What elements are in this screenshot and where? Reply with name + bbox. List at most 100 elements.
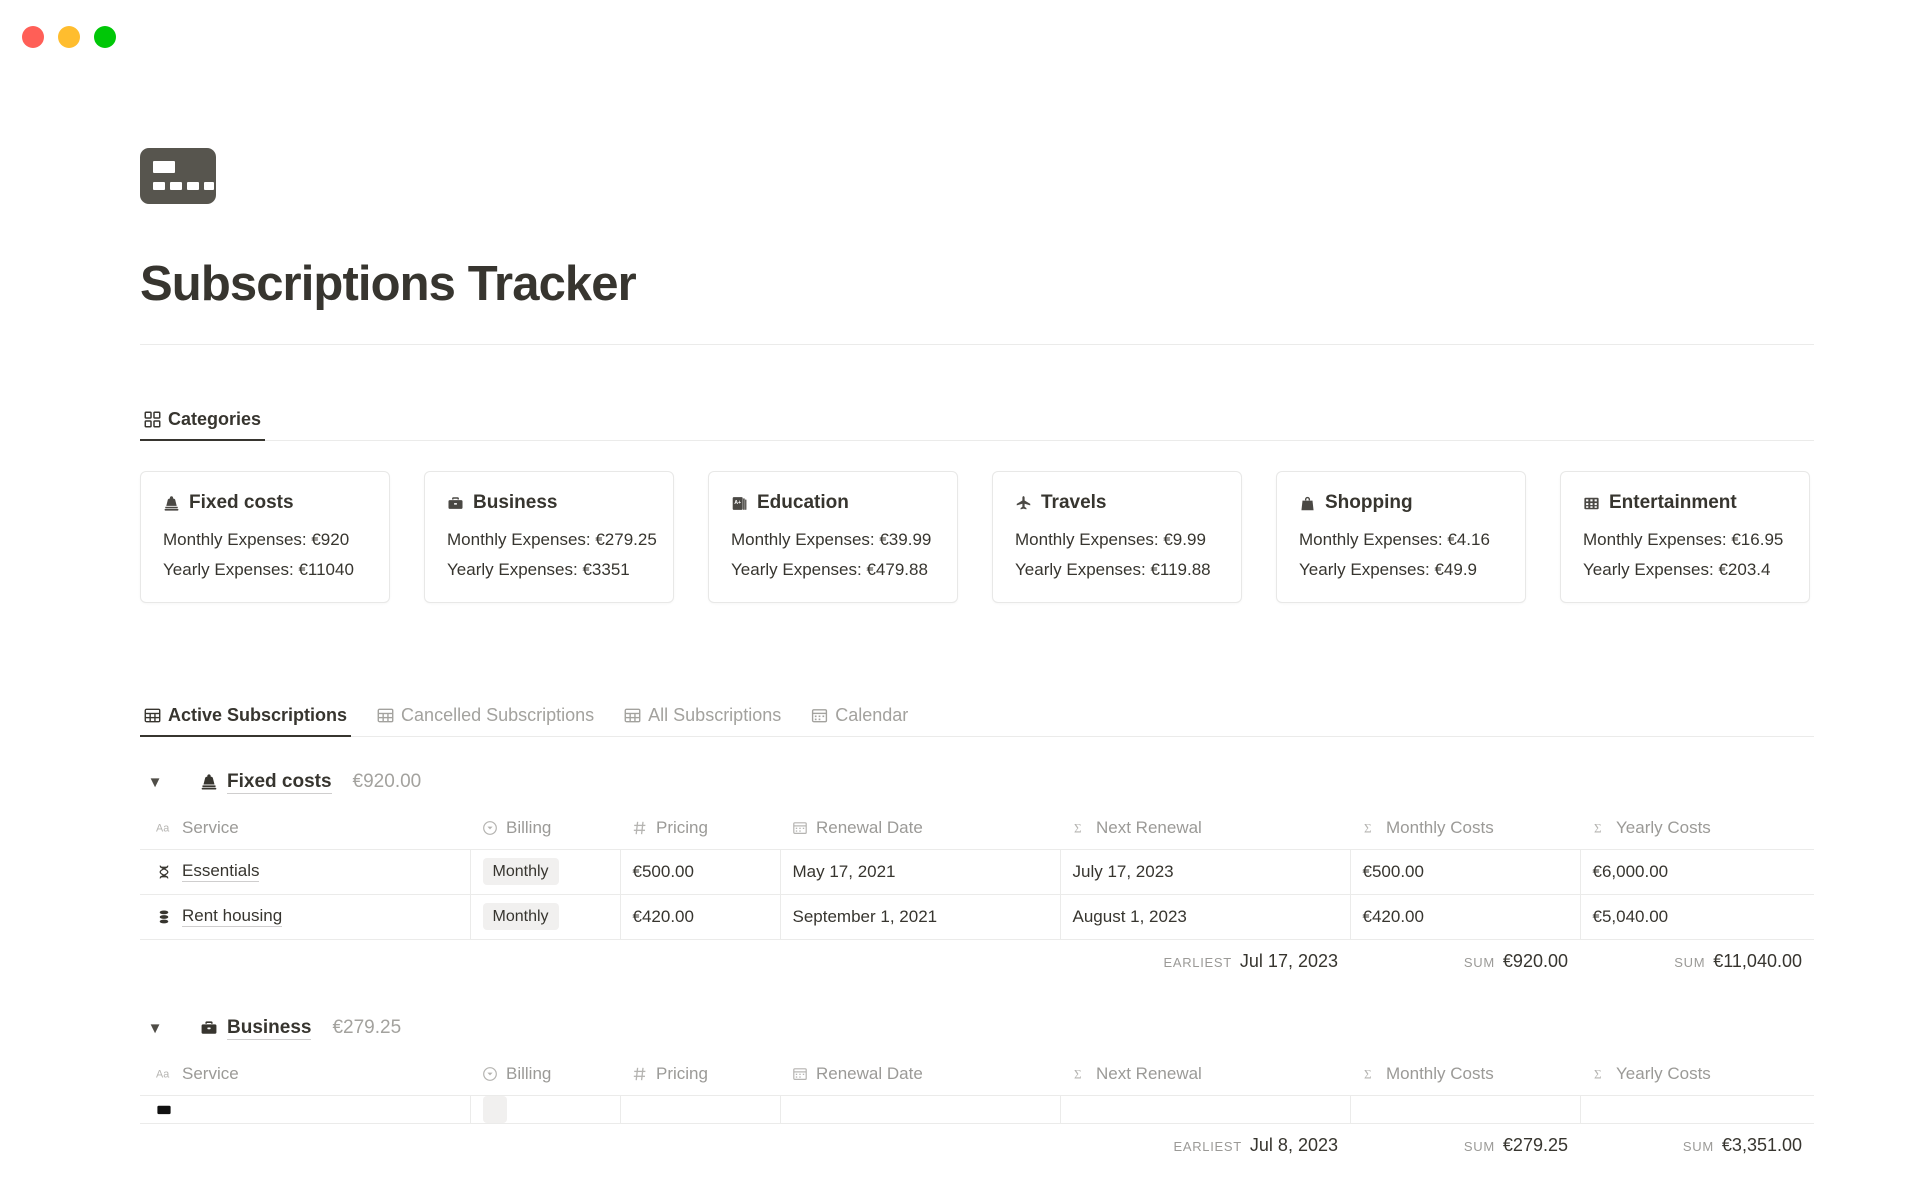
svg-text:Aa: Aa bbox=[156, 822, 169, 834]
formula-sigma-icon: Σ bbox=[1592, 820, 1608, 836]
category-name: Shopping bbox=[1325, 492, 1413, 513]
column-header-next-renewal[interactable]: Σ Next Renewal bbox=[1060, 807, 1350, 850]
group-collapse-toggle[interactable]: ▼ bbox=[144, 1020, 166, 1037]
summary-value: €11,040.00 bbox=[1713, 950, 1802, 971]
summary-value: €3,351.00 bbox=[1721, 1135, 1802, 1156]
subscriptions-table: Aa Service Billing Pricing Renewal Date … bbox=[140, 807, 1814, 983]
tab-label: Cancelled Subscriptions bbox=[401, 705, 595, 725]
service-name[interactable]: Rent housing bbox=[182, 906, 283, 927]
table-row[interactable]: Rent housing Monthly €420.00 September 1… bbox=[140, 894, 1814, 940]
window-titlebar bbox=[0, 0, 1920, 74]
column-label: Next Renewal bbox=[1096, 1063, 1202, 1083]
column-header-service[interactable]: Aa Service bbox=[140, 1053, 470, 1096]
column-header-monthly-costs[interactable]: Σ Monthly Costs bbox=[1350, 1053, 1580, 1096]
column-label: Service bbox=[182, 817, 239, 837]
tab-cancelled-subscriptions[interactable]: Cancelled Subscriptions bbox=[373, 705, 598, 736]
summary-next-renewal[interactable]: EARLIEST Jul 8, 2023 bbox=[1060, 1124, 1350, 1168]
cell-billing[interactable]: Monthly bbox=[470, 894, 621, 940]
svg-text:Aa: Aa bbox=[156, 1068, 169, 1080]
weight-scale-icon bbox=[163, 495, 180, 512]
table-row-partial[interactable] bbox=[140, 1095, 1814, 1125]
column-header-monthly-costs[interactable]: Σ Monthly Costs bbox=[1350, 807, 1580, 850]
svg-text:Σ: Σ bbox=[1594, 820, 1602, 835]
category-name: Education bbox=[757, 492, 849, 513]
category-card-entertainment[interactable]: Entertainment Monthly Expenses: €16.95 Y… bbox=[1560, 471, 1810, 603]
group-collapse-toggle[interactable]: ▼ bbox=[144, 774, 166, 791]
column-label: Service bbox=[182, 1063, 239, 1083]
cell-service[interactable]: Rent housing bbox=[140, 894, 471, 940]
svg-text:A+: A+ bbox=[734, 499, 741, 505]
summary-value: €920.00 bbox=[1502, 950, 1568, 971]
cell-yearly-costs: €5,040.00 bbox=[1580, 894, 1814, 940]
group-name[interactable]: Business bbox=[227, 1017, 312, 1040]
cell-service[interactable]: Essentials bbox=[140, 849, 471, 895]
tab-calendar[interactable]: Calendar bbox=[807, 705, 912, 736]
column-header-service[interactable]: Aa Service bbox=[140, 807, 470, 850]
column-header-billing[interactable]: Billing bbox=[470, 807, 620, 850]
credit-card-icon[interactable] bbox=[140, 148, 216, 204]
column-header-billing[interactable]: Billing bbox=[470, 1053, 620, 1096]
category-card-shopping[interactable]: Shopping Monthly Expenses: €4.16 Yearly … bbox=[1276, 471, 1526, 603]
maximize-window-button[interactable] bbox=[94, 26, 116, 48]
summary-monthly-costs[interactable]: SUM €920.00 bbox=[1350, 939, 1580, 983]
book-a-plus-icon: A+ bbox=[731, 495, 748, 512]
shopping-bag-icon bbox=[1299, 495, 1316, 512]
summary-label: EARLIEST bbox=[1173, 1139, 1242, 1155]
service-name[interactable]: Essentials bbox=[182, 861, 260, 882]
formula-sigma-icon: Σ bbox=[1362, 820, 1378, 836]
column-header-pricing[interactable]: Pricing bbox=[620, 1053, 780, 1096]
category-card-title: Shopping bbox=[1299, 492, 1503, 514]
minimize-window-button[interactable] bbox=[58, 26, 80, 48]
column-label: Next Renewal bbox=[1096, 817, 1202, 837]
close-window-button[interactable] bbox=[22, 26, 44, 48]
column-header-next-renewal[interactable]: Σ Next Renewal bbox=[1060, 1053, 1350, 1096]
summary-next-renewal[interactable]: EARLIEST Jul 17, 2023 bbox=[1060, 939, 1350, 983]
tab-active-subscriptions[interactable]: Active Subscriptions bbox=[140, 705, 352, 737]
summary-monthly-costs[interactable]: SUM €279.25 bbox=[1350, 1124, 1580, 1168]
column-header-renewal-date[interactable]: Renewal Date bbox=[780, 807, 1060, 850]
column-header-yearly-costs[interactable]: Σ Yearly Costs bbox=[1580, 1053, 1814, 1096]
formula-sigma-icon: Σ bbox=[1072, 1066, 1088, 1082]
select-circle-icon bbox=[482, 820, 498, 836]
film-strip-icon bbox=[1583, 495, 1600, 512]
svg-text:Σ: Σ bbox=[1074, 820, 1082, 835]
table-icon bbox=[144, 707, 161, 724]
cell-pricing[interactable]: €420.00 bbox=[620, 894, 781, 940]
cell-yearly-costs: €6,000.00 bbox=[1580, 849, 1814, 895]
tab-all-subscriptions[interactable]: All Subscriptions bbox=[620, 705, 785, 736]
categories-view-tabbar: Categories bbox=[140, 397, 1814, 441]
weight-scale-icon bbox=[200, 773, 218, 791]
table-row[interactable]: Essentials Monthly €500.00 May 17, 2021 … bbox=[140, 849, 1814, 895]
cell-pricing[interactable]: €500.00 bbox=[620, 849, 781, 895]
cell-renewal-date[interactable]: September 1, 2021 bbox=[780, 894, 1061, 940]
summary-yearly-costs[interactable]: SUM €3,351.00 bbox=[1580, 1124, 1814, 1168]
column-header-yearly-costs[interactable]: Σ Yearly Costs bbox=[1580, 807, 1814, 850]
summary-yearly-costs[interactable]: SUM €11,040.00 bbox=[1580, 939, 1814, 983]
column-header-renewal-date[interactable]: Renewal Date bbox=[780, 1053, 1060, 1096]
calendar-icon bbox=[811, 707, 828, 724]
column-label: Monthly Costs bbox=[1386, 817, 1494, 837]
category-name: Business bbox=[473, 492, 558, 513]
column-header-pricing[interactable]: Pricing bbox=[620, 807, 780, 850]
page-title[interactable]: Subscriptions Tracker bbox=[140, 256, 1810, 312]
table-header-row: Aa Service Billing Pricing Renewal Date … bbox=[140, 807, 1814, 850]
cell-renewal-date[interactable]: May 17, 2021 bbox=[780, 849, 1061, 895]
table-header-row: Aa Service Billing Pricing Renewal Date … bbox=[140, 1053, 1814, 1096]
category-card-education[interactable]: A+ Education Monthly Expenses: €39.99 Ye… bbox=[708, 471, 958, 603]
title-divider bbox=[140, 344, 1814, 345]
category-name: Fixed costs bbox=[189, 492, 294, 513]
category-card-business[interactable]: Business Monthly Expenses: €279.25 Yearl… bbox=[424, 471, 674, 603]
svg-text:Σ: Σ bbox=[1594, 1066, 1602, 1081]
group-name[interactable]: Fixed costs bbox=[227, 771, 332, 794]
category-card-travels[interactable]: Travels Monthly Expenses: €9.99 Yearly E… bbox=[992, 471, 1242, 603]
cell-billing[interactable]: Monthly bbox=[470, 849, 621, 895]
monthly-expenses-label: Monthly Expenses: €4.16 bbox=[1299, 530, 1490, 549]
category-card-title: Fixed costs bbox=[163, 492, 367, 514]
subscriptions-table: Aa Service Billing Pricing Renewal Date … bbox=[140, 1053, 1814, 1168]
monthly-expenses-label: Monthly Expenses: €9.99 bbox=[1015, 530, 1206, 549]
tab-label: Calendar bbox=[835, 705, 909, 725]
tab-categories[interactable]: Categories bbox=[140, 409, 266, 441]
category-card-fixed-costs[interactable]: Fixed costs Monthly Expenses: €920 Yearl… bbox=[140, 471, 390, 603]
select-circle-icon bbox=[482, 1066, 498, 1082]
column-label: Yearly Costs bbox=[1616, 817, 1711, 837]
